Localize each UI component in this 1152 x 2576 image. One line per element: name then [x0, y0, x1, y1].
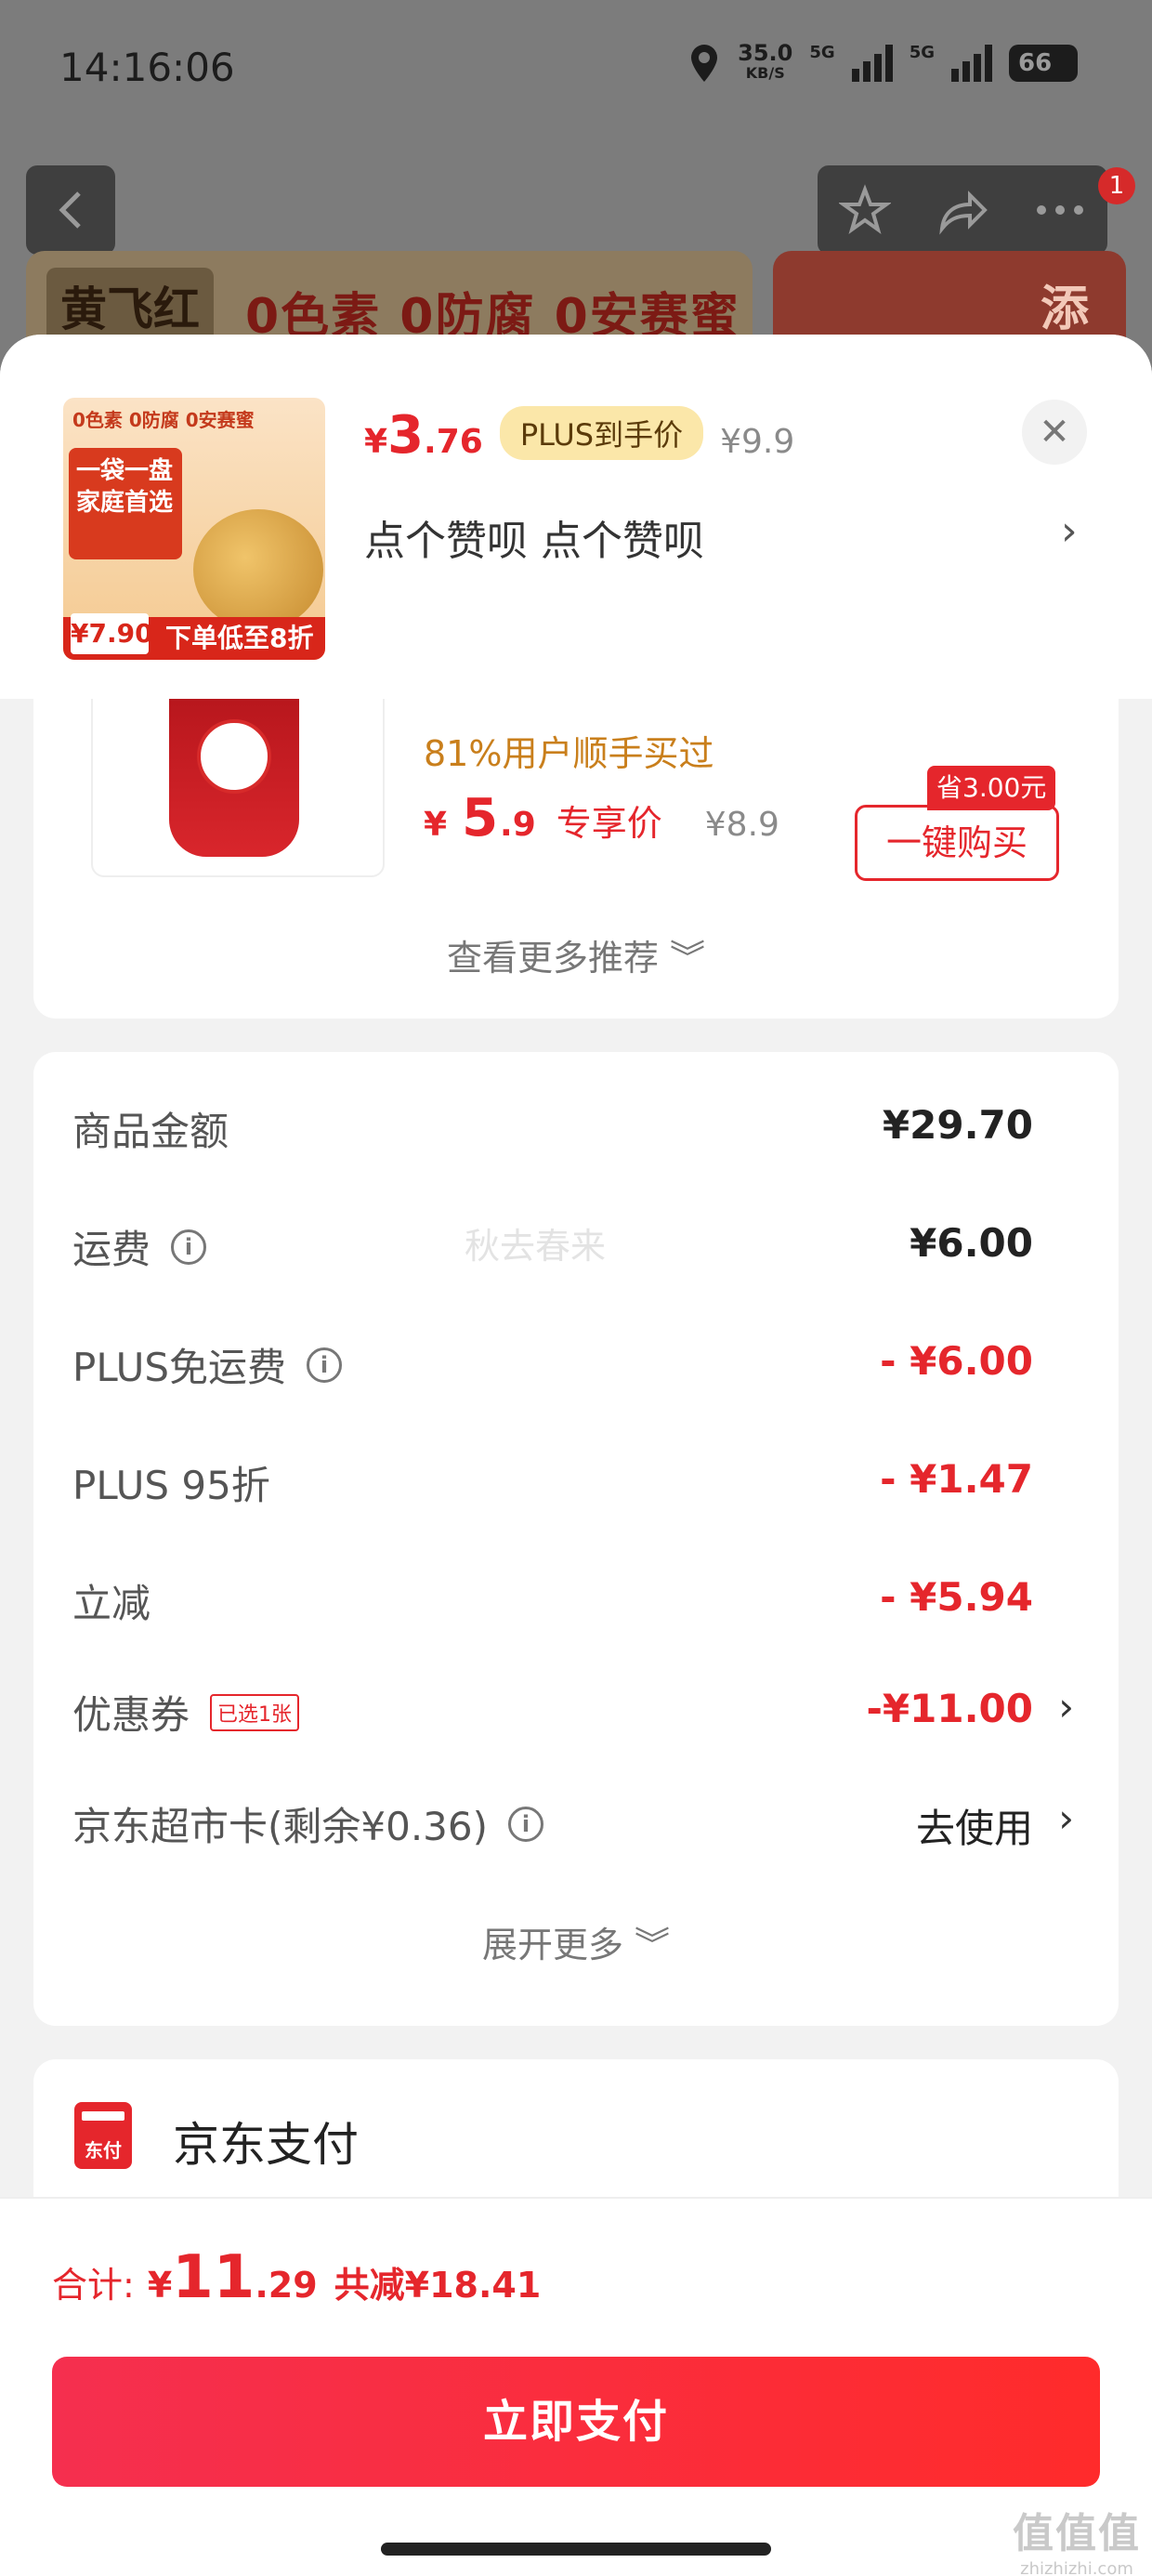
jd-pay-icon: 东付	[74, 2102, 132, 2169]
shipping-value: ¥6.00	[910, 1220, 1033, 1266]
row-shipping: 运费 i ¥6.00	[33, 1207, 1119, 1281]
share-icon[interactable]	[935, 184, 990, 236]
home-indicator[interactable]	[381, 2543, 771, 2556]
total-label: 合计:	[52, 2265, 135, 2306]
signal-bars-icon-2	[951, 45, 992, 82]
product-name[interactable]: 点个赞呗 点个赞呗	[364, 507, 704, 567]
coupon-value: -¥11.00	[866, 1686, 1033, 1731]
info-icon[interactable]: i	[307, 1347, 343, 1383]
thumb-top-text: 0色素 0防腐 0安赛蜜	[72, 409, 255, 431]
star-icon[interactable]	[839, 184, 892, 236]
product-price: ¥3.76	[364, 405, 483, 466]
row-coupon[interactable]: 优惠券 已选1张 -¥11.00 ›	[33, 1673, 1119, 1747]
exclusive-price-label: 专享价	[556, 803, 662, 844]
coupon-selected-tag: 已选1张	[210, 1693, 300, 1731]
banner-secondary-text: 添	[1040, 282, 1089, 337]
row-plus-free-shipping: PLUS免运费 i - ¥6.00	[33, 1325, 1119, 1400]
info-icon[interactable]: i	[171, 1229, 207, 1265]
product-thumbnail: 0色素 0防腐 0安赛蜜 一袋一盘 家庭首选 下单低至8折 ¥7.90	[63, 398, 325, 660]
product-header: 0色素 0防腐 0安赛蜜 一袋一盘 家庭首选 下单低至8折 ¥7.90 ¥3.7…	[0, 335, 1152, 699]
chevron-left-icon	[59, 191, 81, 229]
info-icon[interactable]: i	[508, 1806, 544, 1842]
thumb-red-box: 一袋一盘 家庭首选	[69, 448, 182, 559]
back-button[interactable]	[26, 165, 115, 255]
plus-price-tag: PLUS到手价	[499, 406, 704, 460]
thumb-price-tag: ¥7.90	[71, 613, 153, 654]
peanut-image	[193, 509, 323, 630]
instant-discount-value: - ¥5.94	[880, 1574, 1033, 1620]
goods-amount-label: 商品金额	[72, 1109, 229, 1154]
original-price: ¥9.9	[720, 423, 795, 461]
coupon-label: 优惠券	[72, 1692, 190, 1738]
one-click-buy-button[interactable]: 一键购买	[855, 805, 1059, 881]
status-bar: 14:16:06 35.0 KB/S 5G 5G 66	[0, 0, 1152, 139]
total-amount: 11	[172, 2243, 255, 2312]
close-button[interactable]: ✕	[1022, 400, 1087, 465]
signal-5g-label-1: 5G	[809, 43, 835, 62]
nav-actions	[818, 165, 1107, 255]
pay-now-button[interactable]: 立即支付	[52, 2357, 1100, 2487]
supermarket-card-label: 京东超市卡(剩余¥0.36)	[72, 1804, 489, 1849]
close-icon: ✕	[1039, 411, 1070, 453]
row-plus-discount: PLUS 95折 - ¥1.47	[33, 1443, 1119, 1518]
plus-discount-value: - ¥1.47	[880, 1456, 1033, 1502]
use-card-link[interactable]: 去使用	[916, 1797, 1033, 1854]
background-product-page: 14:16:06 35.0 KB/S 5G 5G 66 1 黄飞红 0色素 0防腐…	[0, 0, 1152, 372]
view-more-recommend[interactable]: 查看更多推荐 ︾	[33, 929, 1119, 980]
ketchup-label	[197, 719, 271, 794]
payment-method-label: 京东支付	[173, 2118, 359, 2172]
plus-free-shipping-value: - ¥6.00	[880, 1338, 1033, 1384]
save-tag: 省3.00元	[927, 766, 1056, 810]
status-icons: 35.0 KB/S 5G 5G 66	[687, 40, 1078, 84]
recommend-original-price: ¥8.9	[704, 806, 779, 844]
battery-icon: 66	[1009, 45, 1078, 82]
site-watermark: 值值值 zhizhizhi.com	[1013, 2510, 1141, 2576]
instant-discount-label: 立减	[72, 1581, 151, 1626]
plus-discount-label: PLUS 95折	[72, 1463, 270, 1508]
row-instant-discount: 立减 - ¥5.94	[33, 1561, 1119, 1636]
signal-bars-icon-1	[851, 45, 893, 82]
network-speed: 35.0 KB/S	[738, 40, 793, 82]
price-breakdown-card: 秋去春来 商品金额 ¥29.70 运费 i ¥6.00 PLUS免运费 i - ¥6…	[33, 1052, 1119, 2026]
goods-amount-value: ¥29.70	[882, 1102, 1033, 1148]
cart-badge: 1	[1098, 167, 1135, 204]
total-saved: 共减¥18.41	[334, 2265, 542, 2306]
recommend-users-text: 81%用户顺手买过	[424, 733, 714, 774]
product-price-line: ¥3.76 PLUS到手价 ¥9.9	[364, 405, 794, 467]
signal-5g-label-2: 5G	[909, 43, 935, 62]
total-summary: 合计: ¥11.29 共减¥18.41	[52, 2243, 542, 2312]
recommend-price: ¥5.9 专享价 ¥8.9	[424, 788, 779, 848]
more-icon[interactable]	[1034, 201, 1086, 219]
status-time: 14:16:06	[59, 45, 235, 90]
row-supermarket-card[interactable]: 京东超市卡(剩余¥0.36) i 去使用 ›	[33, 1784, 1119, 1859]
row-goods-amount: 商品金额 ¥29.70	[33, 1089, 1119, 1163]
location-icon	[691, 45, 718, 82]
chevron-right-icon[interactable]: ›	[1058, 1795, 1074, 1841]
chevron-right-icon[interactable]: ›	[1058, 1684, 1074, 1729]
checkout-footer: 合计: ¥11.29 共减¥18.41 立即支付 值值值 zhizhizhi.c…	[0, 2197, 1152, 2576]
plus-free-shipping-label: PLUS免运费	[72, 1345, 287, 1390]
expand-more[interactable]: 展开更多 ︾	[33, 1916, 1119, 1967]
shipping-label: 运费	[72, 1227, 151, 1272]
chevron-right-icon[interactable]: ›	[1061, 507, 1078, 555]
